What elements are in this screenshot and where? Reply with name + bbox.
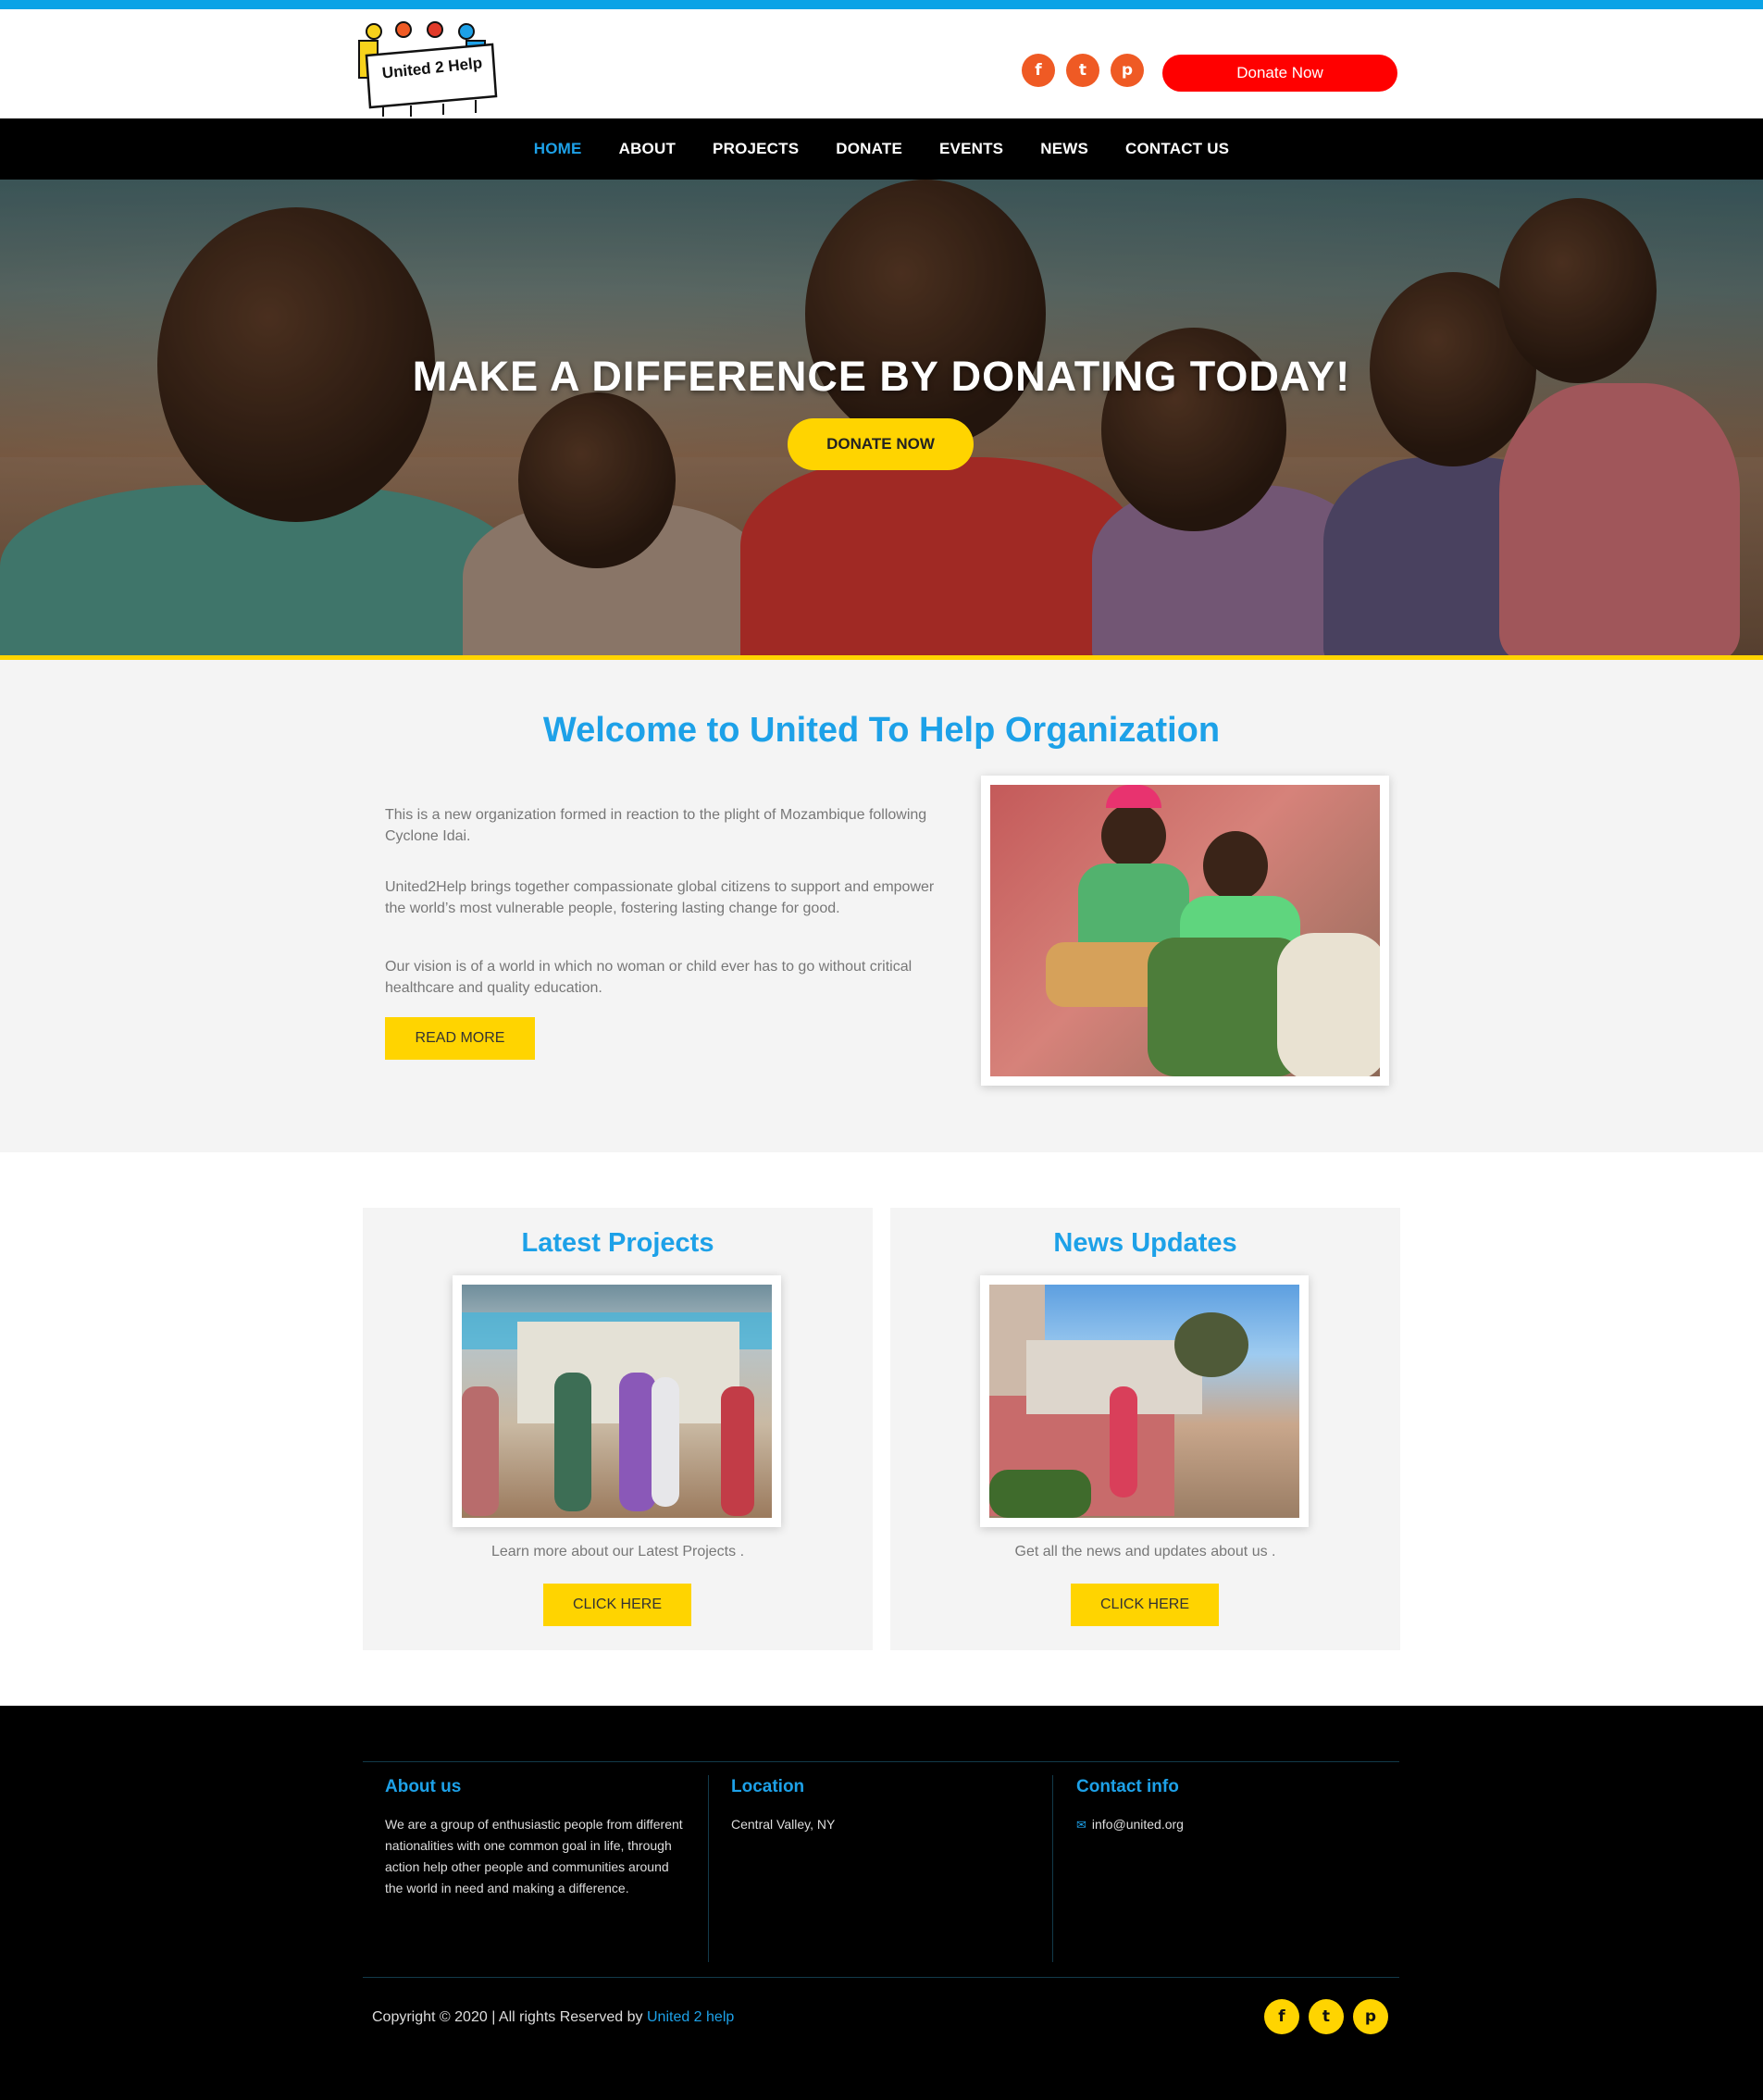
hero-title: MAKE A DIFFERENCE BY DONATING TODAY!: [412, 353, 1351, 400]
card-title: Latest Projects: [521, 1228, 714, 1258]
card-title: News Updates: [1053, 1228, 1237, 1258]
copyright-brand-link[interactable]: United 2 help: [647, 2009, 734, 2025]
hero-donate-button[interactable]: DONATE NOW: [788, 418, 974, 470]
nav-item-news[interactable]: NEWS: [1022, 140, 1107, 158]
footer-location-text: Central Valley, NY: [731, 1817, 836, 1832]
welcome-paragraph: Our vision is of a world in which no wom…: [385, 959, 913, 996]
footer-email[interactable]: ✉ info@united.org: [1076, 1814, 1372, 1835]
nav-item-contact-us[interactable]: CONTACT US: [1107, 140, 1248, 158]
nav-item-donate[interactable]: DONATE: [817, 140, 921, 158]
site-logo[interactable]: United 2 Help: [355, 19, 503, 118]
footer-about: About us We are a group of enthusiastic …: [385, 1777, 683, 1899]
nav-item-events[interactable]: EVENTS: [921, 140, 1022, 158]
welcome-title: Welcome to United To Help Organization: [542, 711, 1221, 750]
news-photo: [980, 1275, 1309, 1527]
copyright-text: Copyright © 2020 | All rights Reserved b…: [372, 2009, 643, 2025]
welcome-paragraph: United2Help brings together compassionat…: [385, 879, 935, 916]
donate-now-button[interactable]: Donate Now: [1162, 55, 1397, 92]
card-description: Get all the news and updates about us .: [1014, 1544, 1276, 1559]
header-social-links: f t p: [1022, 54, 1144, 87]
welcome-photo: [981, 776, 1389, 1086]
pinterest-icon[interactable]: p: [1111, 54, 1144, 87]
footer-about-title: About us: [385, 1777, 462, 1796]
pinterest-icon[interactable]: p: [1353, 1999, 1388, 2034]
twitter-icon[interactable]: t: [1309, 1999, 1344, 2034]
nav-item-projects[interactable]: PROJECTS: [694, 140, 817, 158]
site-header: United 2 Help f t p Donate Now: [0, 9, 1763, 118]
nav-item-home[interactable]: HOME: [515, 140, 601, 158]
envelope-icon: ✉: [1076, 1818, 1086, 1832]
projects-photo: [453, 1275, 781, 1527]
facebook-icon[interactable]: f: [1022, 54, 1055, 87]
footer-contact: Contact info ✉ info@united.org: [1076, 1777, 1372, 1835]
twitter-icon[interactable]: t: [1066, 54, 1099, 87]
footer-location-title: Location: [731, 1777, 805, 1796]
facebook-icon[interactable]: f: [1264, 1999, 1299, 2034]
hero-banner: MAKE A DIFFERENCE BY DONATING TODAY! DON…: [0, 180, 1763, 655]
latest-projects-card: Latest Projects Learn more about our Lat…: [363, 1208, 873, 1650]
read-more-button[interactable]: READ MORE: [385, 1017, 535, 1060]
site-footer: About us We are a group of enthusiastic …: [0, 1706, 1763, 2100]
footer-contact-title: Contact info: [1076, 1777, 1179, 1796]
footer-about-text: We are a group of enthusiastic people fr…: [385, 1817, 683, 1895]
card-description: Learn more about our Latest Projects .: [490, 1544, 745, 1559]
news-updates-card: News Updates Get all the news and update…: [890, 1208, 1400, 1650]
welcome-section: Welcome to United To Help Organization T…: [0, 660, 1763, 1152]
footer-email-text[interactable]: info@united.org: [1092, 1817, 1184, 1832]
footer-location: Location Central Valley, NY: [731, 1777, 1009, 1835]
welcome-paragraph: This is a new organization formed in rea…: [385, 807, 927, 844]
main-navigation: HOME ABOUT PROJECTS DONATE EVENTS NEWS C…: [0, 118, 1763, 180]
copyright: Copyright © 2020 | All rights Reserved b…: [372, 2009, 734, 2026]
footer-social-links: f t p: [1264, 1999, 1388, 2034]
top-accent-line: [0, 0, 1763, 9]
projects-click-here-button[interactable]: CLICK HERE: [543, 1584, 691, 1626]
news-click-here-button[interactable]: CLICK HERE: [1071, 1584, 1219, 1626]
nav-item-about[interactable]: ABOUT: [601, 140, 694, 158]
